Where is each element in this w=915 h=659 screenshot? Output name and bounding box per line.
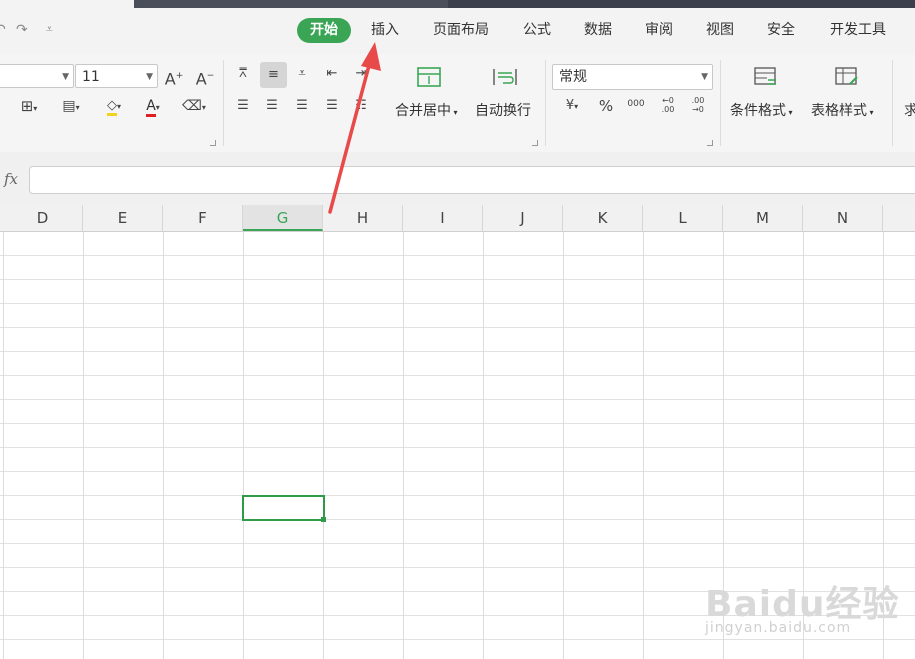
column-header-m[interactable]: M bbox=[723, 205, 803, 231]
column-header-k[interactable]: K bbox=[563, 205, 643, 231]
font-size-select[interactable]: 11 ▼ bbox=[75, 64, 158, 88]
group-separator bbox=[720, 60, 721, 146]
shrink-font-icon[interactable]: A− bbox=[195, 66, 215, 89]
grow-font-icon[interactable]: A+ bbox=[164, 66, 184, 89]
align-right-icon[interactable]: ☰ bbox=[292, 96, 312, 116]
undo-icon[interactable]: ↶ bbox=[0, 22, 6, 38]
formula-input[interactable] bbox=[29, 166, 915, 194]
redo-icon[interactable]: ↷ bbox=[16, 22, 28, 38]
title-strip bbox=[0, 0, 915, 8]
column-header-g[interactable]: G bbox=[243, 205, 323, 231]
tab-review[interactable]: 审阅 bbox=[636, 18, 682, 43]
sum-button-partial[interactable]: 求 bbox=[904, 100, 915, 120]
chevron-down-icon: ▼ bbox=[701, 72, 708, 82]
percent-icon[interactable]: % bbox=[596, 96, 616, 116]
chevron-down-icon: ▼ bbox=[146, 72, 153, 82]
formula-bar: fx bbox=[0, 152, 915, 205]
increase-decimal-icon[interactable]: ←0 .00 bbox=[655, 96, 681, 114]
align-middle-icon[interactable]: ≡ bbox=[260, 62, 287, 88]
font-dialog-launcher-icon[interactable] bbox=[210, 140, 216, 146]
number-dialog-launcher-icon[interactable] bbox=[707, 140, 713, 146]
distributed-align-icon[interactable]: ☷ bbox=[351, 96, 371, 116]
column-header-h[interactable]: H bbox=[323, 205, 403, 231]
decrease-decimal-icon[interactable]: .00 →0 bbox=[685, 96, 711, 114]
fill-handle[interactable] bbox=[321, 517, 326, 522]
merge-center-button[interactable]: 合并居中 ▾ bbox=[395, 100, 458, 120]
font-size-value: 11 bbox=[82, 69, 100, 85]
font-color-icon[interactable]: A▾ bbox=[138, 96, 168, 118]
column-header-partial[interactable] bbox=[883, 205, 915, 231]
column-header-n[interactable]: N bbox=[803, 205, 883, 231]
ribbon-home-panel: ▼ 11 ▼ A+ A− ⊞▾ ▤▾ ◇▾ A▾ ⌫▾ ⩞ ≡ ⩡ ⇤ ⇥ ☰ ☰… bbox=[0, 54, 915, 153]
group-separator bbox=[545, 60, 546, 146]
align-left-icon[interactable]: ☰ bbox=[233, 96, 253, 116]
merge-center-icon[interactable] bbox=[414, 66, 444, 90]
number-format-value: 常规 bbox=[559, 69, 587, 85]
thousands-separator-icon[interactable]: 000 bbox=[624, 94, 648, 114]
active-cell-g12[interactable] bbox=[242, 495, 325, 521]
tab-formulas[interactable]: 公式 bbox=[514, 18, 560, 43]
tab-view[interactable]: 视图 bbox=[697, 18, 743, 43]
column-header-d[interactable]: D bbox=[3, 205, 83, 231]
conditional-format-icon[interactable] bbox=[752, 66, 780, 90]
clear-format-eraser-icon[interactable]: ⌫▾ bbox=[178, 96, 210, 118]
wrap-text-icon[interactable] bbox=[490, 66, 520, 90]
align-center-icon[interactable]: ☰ bbox=[262, 96, 282, 116]
column-header-f[interactable]: F bbox=[163, 205, 243, 231]
table-style-icon[interactable] bbox=[833, 66, 861, 90]
decrease-indent-icon[interactable]: ⇤ bbox=[322, 64, 342, 84]
chevron-down-icon: ▼ bbox=[62, 72, 69, 82]
ribbon-tab-bar: ↶ ↷ ⩡ 开始 插入 页面布局 公式 数据 审阅 视图 安全 开发工具 bbox=[0, 8, 915, 54]
tab-developer[interactable]: 开发工具 bbox=[819, 18, 897, 43]
align-bottom-icon[interactable]: ⩡ bbox=[292, 64, 312, 84]
number-format-select[interactable]: 常规 ▼ bbox=[552, 64, 713, 90]
tab-home[interactable]: 开始 bbox=[297, 18, 351, 43]
conditional-format-button[interactable]: 条件格式 ▾ bbox=[730, 100, 793, 120]
column-header-l[interactable]: L bbox=[643, 205, 723, 231]
border-icon[interactable]: ⊞▾ bbox=[16, 96, 42, 119]
currency-icon[interactable]: ¥▾ bbox=[558, 96, 586, 117]
column-header-i[interactable]: I bbox=[403, 205, 483, 231]
align-top-icon[interactable]: ⩞ bbox=[233, 64, 253, 84]
wrap-text-button[interactable]: 自动换行 bbox=[475, 100, 531, 120]
baidu-watermark-url: jingyan.baidu.com bbox=[705, 620, 852, 636]
column-header-row: D E F G H I J K L M N bbox=[0, 205, 915, 232]
increase-indent-icon[interactable]: ⇥ bbox=[351, 64, 371, 84]
tab-data[interactable]: 数据 bbox=[575, 18, 621, 43]
function-icon[interactable]: fx bbox=[4, 170, 18, 188]
title-bar-dark-2 bbox=[448, 0, 915, 8]
tab-insert[interactable]: 插入 bbox=[362, 18, 408, 43]
justify-icon[interactable]: ☰ bbox=[322, 96, 342, 116]
group-separator bbox=[223, 60, 224, 146]
group-separator bbox=[892, 60, 893, 146]
column-header-e[interactable]: E bbox=[83, 205, 163, 231]
cell-fill-pattern-icon[interactable]: ▤▾ bbox=[56, 96, 86, 118]
column-header-j[interactable]: J bbox=[483, 205, 563, 231]
fill-color-icon[interactable]: ◇▾ bbox=[98, 96, 130, 117]
tab-page-layout[interactable]: 页面布局 bbox=[422, 18, 500, 43]
tab-security[interactable]: 安全 bbox=[758, 18, 804, 43]
alignment-dialog-launcher-icon[interactable] bbox=[532, 140, 538, 146]
table-style-button[interactable]: 表格样式 ▾ bbox=[811, 100, 874, 120]
customize-toolbar-icon[interactable]: ⩡ bbox=[46, 22, 53, 37]
font-name-select[interactable]: ▼ bbox=[0, 64, 74, 88]
